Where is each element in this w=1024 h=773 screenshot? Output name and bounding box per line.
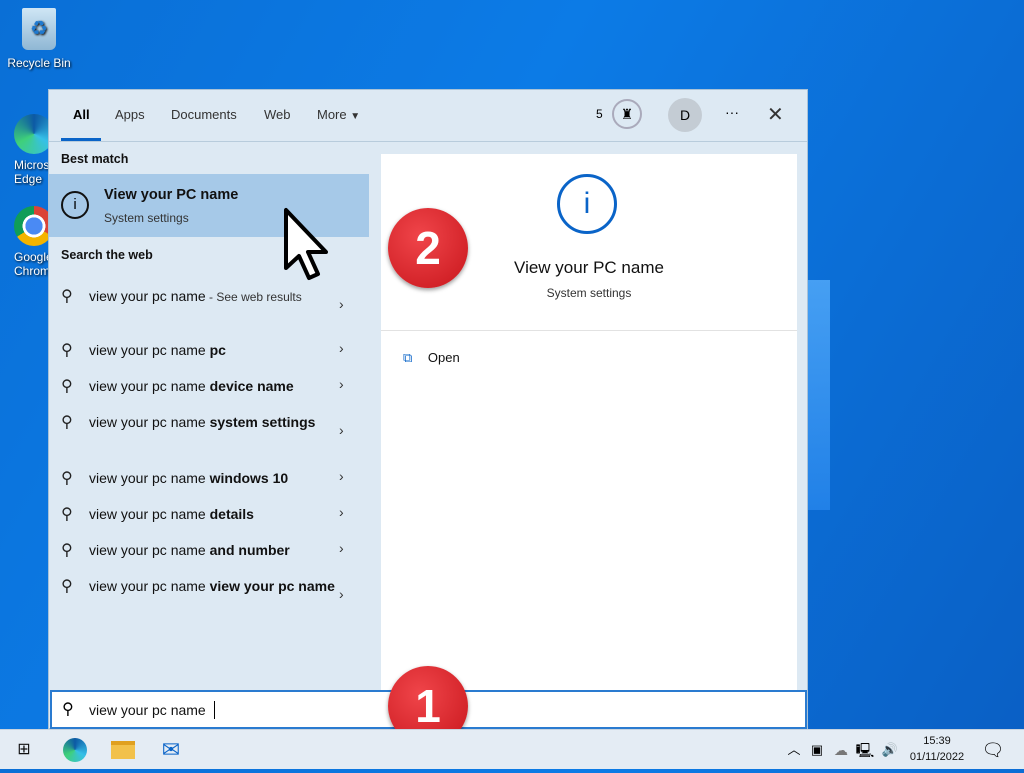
search-tabs: All Apps Documents Web More ▼ 5 ♜ D ··· … — [49, 90, 807, 142]
rewards-points: 5 — [596, 107, 603, 121]
web-result-item[interactable]: ⚲ view your pc name - See web results › — [49, 286, 369, 330]
taskbar-mail[interactable]: ✉ — [148, 730, 194, 770]
clock[interactable]: 15:39 01/11/2022 — [902, 733, 972, 765]
web-result-item[interactable]: ⚲ view your pc name pc › — [49, 340, 369, 368]
chevron-right-icon[interactable]: › — [339, 504, 344, 520]
chevron-right-icon[interactable]: › — [339, 586, 344, 602]
chevron-right-icon[interactable]: › — [339, 540, 344, 556]
web-result-item[interactable]: ⚲ view your pc name view your pc name › — [49, 576, 369, 620]
tab-apps[interactable]: Apps — [115, 107, 145, 122]
chevron-right-icon[interactable]: › — [339, 376, 344, 392]
volume-icon[interactable]: 🔊 — [878, 730, 902, 770]
search-icon: ⚲ — [61, 342, 73, 359]
chevron-right-icon[interactable]: › — [339, 340, 344, 356]
search-icon: ⚲ — [61, 542, 73, 559]
search-panel: All Apps Documents Web More ▼ 5 ♜ D ··· … — [48, 89, 808, 729]
web-result-item[interactable]: ⚲ view your pc name details › — [49, 504, 369, 532]
preview-subtitle: System settings — [546, 286, 632, 300]
taskbar: ⊞ ✉ ︿ ▣ ☁ 🖳 🔊 15:39 01/11/2022 🗨 — [0, 729, 1024, 769]
notifications-icon[interactable]: 🗨 — [978, 730, 1008, 770]
more-options-button[interactable]: ··· — [725, 104, 739, 120]
web-result-item[interactable]: ⚲ view your pc name device name › — [49, 376, 369, 404]
windows-icon: ⊞ — [17, 741, 31, 758]
desktop-icon-recycle-bin[interactable]: ♻ Recycle Bin — [4, 8, 74, 70]
chevron-right-icon[interactable]: › — [339, 468, 344, 484]
meet-now-icon[interactable]: ▣ — [806, 730, 828, 770]
chrome-icon — [14, 206, 48, 246]
step-badge-2: 2 — [388, 208, 468, 288]
web-result-item[interactable]: ⚲ view your pc name and number › — [49, 540, 369, 568]
search-icon: ⚲ — [62, 701, 74, 718]
rewards-medal-icon[interactable]: ♜ — [612, 99, 642, 129]
chevron-right-icon[interactable]: › — [339, 422, 344, 438]
mouse-cursor-icon — [284, 208, 328, 280]
tab-more[interactable]: More ▼ — [317, 107, 360, 122]
open-action[interactable]: ⧉ Open — [403, 350, 460, 366]
best-match-subtitle: System settings — [104, 211, 189, 225]
search-icon: ⚲ — [61, 378, 73, 395]
search-icon: ⚲ — [61, 578, 73, 595]
start-button[interactable]: ⊞ — [0, 730, 48, 770]
edge-icon — [14, 114, 48, 154]
text-cursor — [214, 701, 215, 719]
taskbar-edge[interactable] — [52, 730, 98, 770]
edge-icon — [63, 737, 87, 762]
desktop-icon-chrome[interactable]: Google Chrome — [4, 206, 48, 278]
best-match-title: View your PC name — [104, 187, 239, 203]
active-tab-indicator — [61, 138, 101, 141]
best-match-header: Best match — [61, 152, 129, 166]
avatar[interactable]: D — [668, 98, 702, 132]
network-icon[interactable]: 🖳 — [854, 730, 876, 770]
search-icon: ⚲ — [61, 288, 73, 305]
search-icon: ⚲ — [61, 470, 73, 487]
web-result-item[interactable]: ⚲ view your pc name system settings › — [49, 412, 369, 456]
caret-down-icon: ▼ — [350, 111, 361, 122]
onedrive-icon[interactable]: ☁ — [830, 730, 852, 770]
search-icon: ⚲ — [61, 414, 73, 431]
info-icon: i — [557, 174, 617, 234]
mail-icon: ✉ — [161, 737, 181, 762]
tab-documents[interactable]: Documents — [171, 107, 237, 122]
divider — [381, 330, 797, 331]
open-icon: ⧉ — [403, 350, 413, 365]
web-result-item[interactable]: ⚲ view your pc name windows 10 › — [49, 468, 369, 496]
recycle-bin-icon: ♻ — [22, 8, 56, 50]
search-web-header: Search the web — [61, 248, 153, 262]
info-icon: i — [61, 191, 89, 219]
show-hidden-icons[interactable]: ︿ — [784, 730, 804, 770]
chevron-right-icon[interactable]: › — [339, 296, 344, 312]
folder-icon — [111, 740, 135, 759]
desktop-icon-edge[interactable]: Microsoft Edge — [4, 114, 48, 186]
taskbar-file-explorer[interactable] — [100, 730, 146, 770]
search-icon: ⚲ — [61, 506, 73, 523]
close-button[interactable]: ✕ — [767, 102, 784, 127]
tab-all[interactable]: All — [73, 107, 90, 122]
tab-web[interactable]: Web — [264, 107, 291, 122]
